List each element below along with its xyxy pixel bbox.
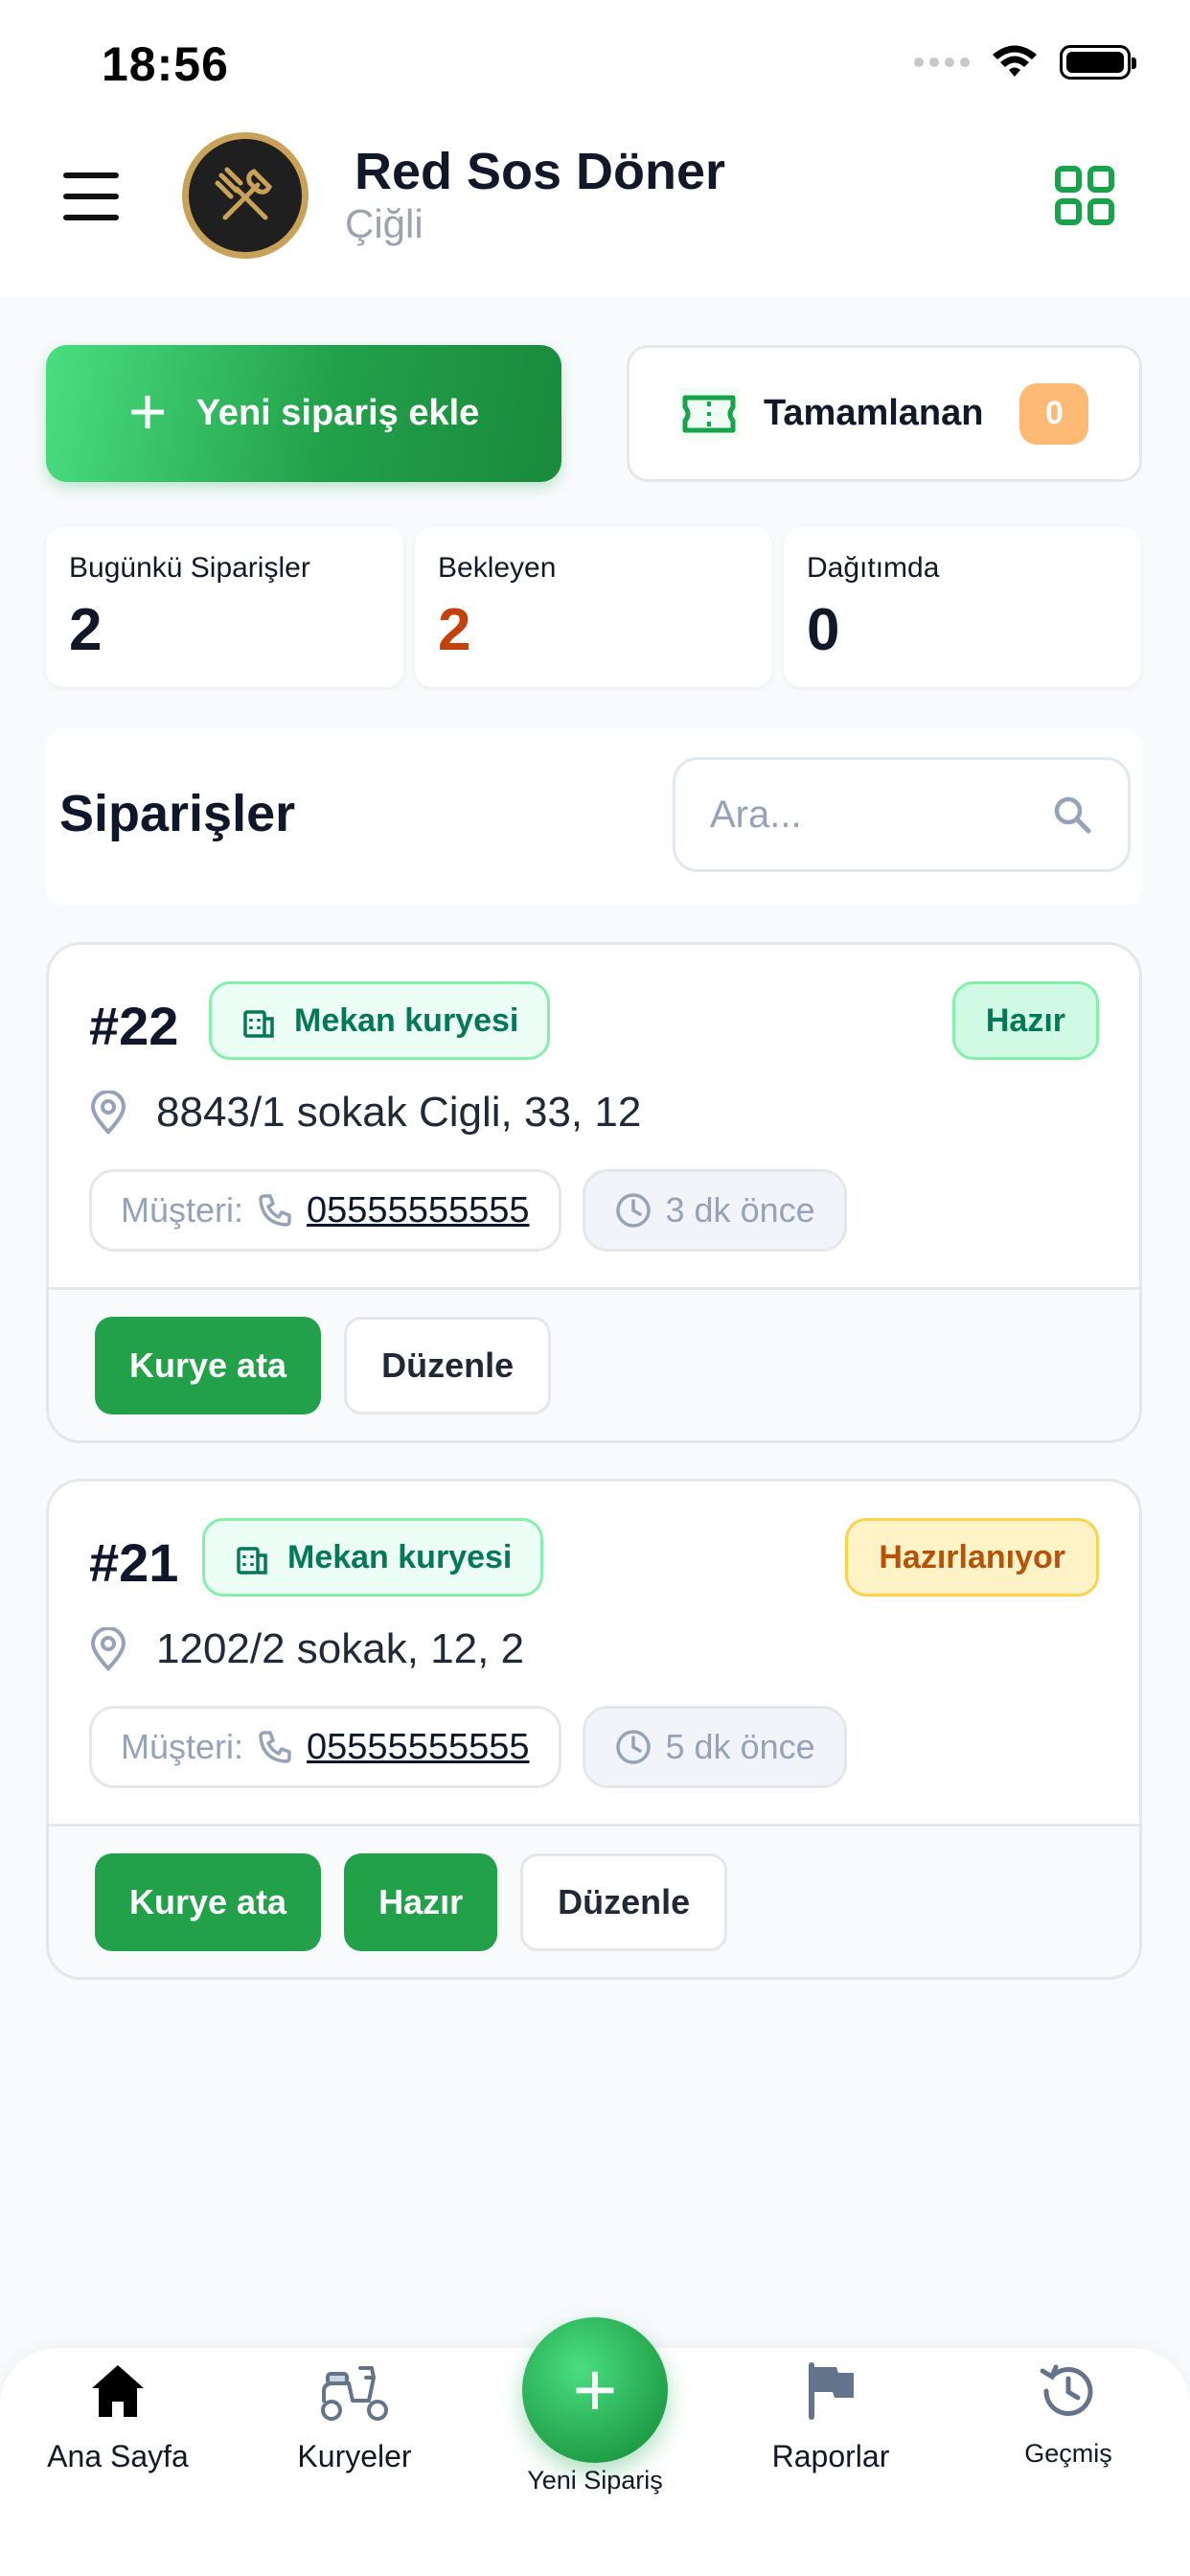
plus-icon: + [572,2347,618,2432]
status-icons [914,44,1136,80]
order-number: #22 [89,996,179,1056]
edit-order-button[interactable]: Düzenle [520,1852,728,1951]
history-icon [1040,2364,1093,2417]
nav-label: Kuryeler [297,2439,412,2473]
status-time: 18:56 [102,37,229,91]
courier-type-badge: Mekan kuryesi [202,1518,544,1597]
time-chip: 3 dk önce [582,1169,847,1252]
completed-count-badge: 0 [1019,382,1089,445]
order-card[interactable]: #22 Mekan kuryesi Hazır 8843/1 sokak Cig… [46,942,1142,1443]
clock-icon [615,1193,651,1228]
completed-orders-button[interactable]: Tamamlanan 0 [627,345,1142,482]
customer-label: Müşteri: [121,1727,244,1766]
building-icon [237,1547,267,1575]
assign-courier-button[interactable]: Kurye ata [95,1316,322,1414]
nav-label-new-order: Yeni Sipariş [527,2466,663,2495]
location-pin-icon [90,1627,126,1671]
nav-item-history[interactable]: Geçmiş [963,2353,1174,2469]
courier-type-label: Mekan kuryesi [294,1001,519,1039]
location-pin-icon [90,1091,126,1135]
phone-icon [259,1731,291,1763]
stat-label: Dağıtımda [807,552,940,584]
flag-icon [809,2362,854,2420]
edit-order-button[interactable]: Düzenle [344,1316,552,1414]
status-bar: 18:56 [0,0,1190,125]
time-chip: 5 dk önce [582,1706,847,1788]
nav-label: Ana Sayfa [47,2439,189,2473]
plus-icon: + [127,373,168,448]
customer-chip: Müşteri: 05555555555 [89,1169,561,1252]
new-order-label: Yeni sipariş ekle [195,393,480,433]
stat-card-pending: Bekleyen 2 [415,527,772,687]
clock-icon [615,1730,651,1764]
order-number: #21 [89,1532,179,1593]
menu-icon[interactable] [63,172,119,220]
courier-type-label: Mekan kuryesi [287,1538,513,1576]
order-actions: Kurye ata Hazır Düzenle [49,1824,1139,1977]
nav-item-couriers[interactable]: Kuryeler [249,2353,460,2474]
customer-chip: Müşteri: 05555555555 [89,1706,561,1788]
customer-phone-link[interactable]: 05555555555 [307,1727,529,1768]
order-meta: Müşteri: 05555555555 3 dk önce [89,1169,847,1252]
home-icon [92,2365,144,2417]
nav-item-home[interactable]: Ana Sayfa [12,2353,223,2474]
app-header: Red Sos Döner Çiğli [0,125,1190,297]
restaurant-logo [182,132,309,259]
building-icon [243,1010,274,1038]
orders-header: Siparişler [46,728,1142,906]
nav-label: Geçmiş [1024,2439,1112,2468]
cellular-signal-icon [914,58,970,67]
orders-title: Siparişler [59,785,296,842]
ticket-icon [679,387,739,440]
battery-icon [1060,45,1136,80]
stat-label: Bugünkü Siparişler [69,552,310,584]
nav-label: Raporlar [771,2439,890,2473]
customer-phone-link[interactable]: 05555555555 [307,1190,529,1231]
restaurant-name: Red Sos Döner [355,143,726,200]
time-ago: 3 dk önce [665,1190,815,1230]
search-input[interactable] [710,793,997,837]
order-card[interactable]: #21 Mekan kuryesi Hazırlanıyor 1202/2 so… [46,1479,1142,1980]
completed-label: Tamamlanan [764,393,984,433]
courier-type-badge: Mekan kuryesi [209,981,551,1060]
search-icon[interactable] [1051,794,1093,836]
address-text: 8843/1 sokak Cigli, 33, 12 [156,1089,642,1136]
phone-icon [259,1194,291,1227]
new-order-fab[interactable]: + [522,2317,668,2463]
grid-icon[interactable] [1054,165,1115,226]
restaurant-location: Çiğli [345,201,423,246]
stat-value: 0 [807,597,840,663]
mark-ready-button[interactable]: Hazır [344,1852,498,1951]
utensils-icon [215,167,273,220]
wifi-icon [993,45,1037,77]
stat-value: 2 [438,597,471,663]
new-order-button[interactable]: + Yeni sipariş ekle [46,345,561,482]
address-text: 1202/2 sokak, 12, 2 [156,1625,525,1672]
order-meta: Müşteri: 05555555555 5 dk önce [89,1706,847,1788]
nav-item-reports[interactable]: Raporlar [725,2353,936,2474]
order-status-badge: Hazırlanıyor [845,1518,1099,1597]
search-box[interactable] [673,757,1131,872]
order-actions: Kurye ata Düzenle [49,1287,1139,1440]
stat-label: Bekleyen [438,552,557,584]
stat-card-today: Bugünkü Siparişler 2 [46,527,403,687]
order-address: 8843/1 sokak Cigli, 33, 12 [89,1089,641,1137]
scooter-icon [321,2366,388,2421]
order-status-badge: Hazır [951,981,1099,1060]
order-address: 1202/2 sokak, 12, 2 [89,1625,524,1673]
stat-value: 2 [69,597,103,663]
customer-label: Müşteri: [121,1190,244,1230]
time-ago: 5 dk önce [665,1727,815,1766]
stat-card-delivering: Dağıtımda 0 [784,527,1141,687]
assign-courier-button[interactable]: Kurye ata [95,1852,322,1951]
